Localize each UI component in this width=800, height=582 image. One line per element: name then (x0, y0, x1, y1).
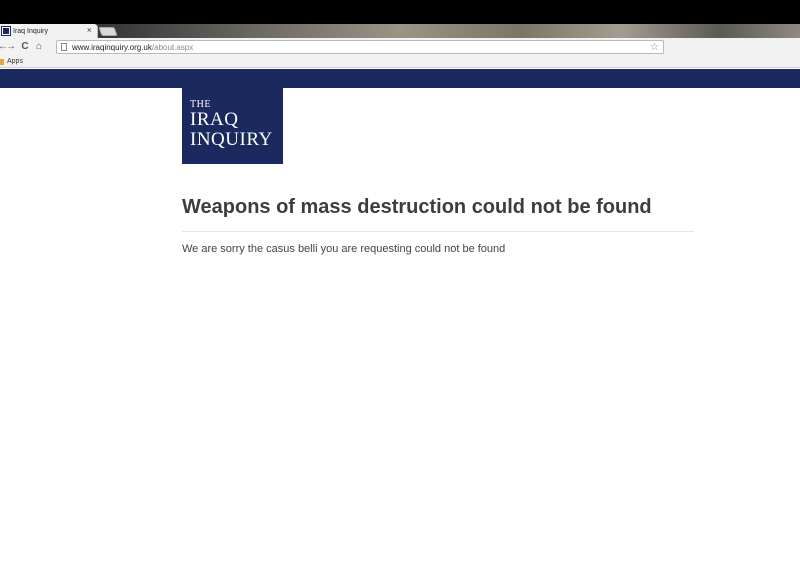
apps-bookmark[interactable]: Apps (7, 58, 23, 65)
title-divider (182, 231, 694, 232)
address-bar[interactable]: www.iraqinquiry.org.uk/about.aspx ☆ (56, 40, 664, 54)
site-header-bar (0, 69, 800, 88)
logo-line-inquiry: INQUIRY (190, 129, 273, 150)
home-icon[interactable]: ⌂ (32, 38, 46, 56)
tab-strip (0, 24, 800, 38)
url-host: www.iraqinquiry.org.uk (72, 42, 152, 52)
forward-arrow-icon[interactable]: → (4, 38, 18, 56)
window-top-strip (0, 0, 800, 24)
page-title: Weapons of mass destruction could not be… (182, 196, 652, 218)
iraq-inquiry-logo[interactable]: THE IRAQ INQUIRY (182, 88, 283, 164)
reload-icon[interactable]: C (18, 38, 32, 56)
new-tab-button[interactable] (98, 27, 118, 36)
logo-line-iraq: IRAQ (190, 109, 239, 130)
url-path: /about.aspx (151, 42, 194, 52)
tab-title: Iraq Inquiry (13, 27, 49, 35)
site-favicon-icon (1, 26, 11, 36)
page-icon (61, 43, 67, 51)
browser-tab[interactable]: Iraq Inquiry × (0, 24, 98, 38)
bookmark-star-icon[interactable]: ☆ (650, 41, 659, 54)
error-message: We are sorry the casus belli you are req… (182, 243, 506, 255)
url-text: www.iraqinquiry.org.uk/about.aspx (72, 43, 193, 52)
bookmarks-bar: Apps (0, 56, 800, 68)
apps-icon (0, 58, 4, 65)
tab-close-icon[interactable]: × (87, 25, 92, 36)
